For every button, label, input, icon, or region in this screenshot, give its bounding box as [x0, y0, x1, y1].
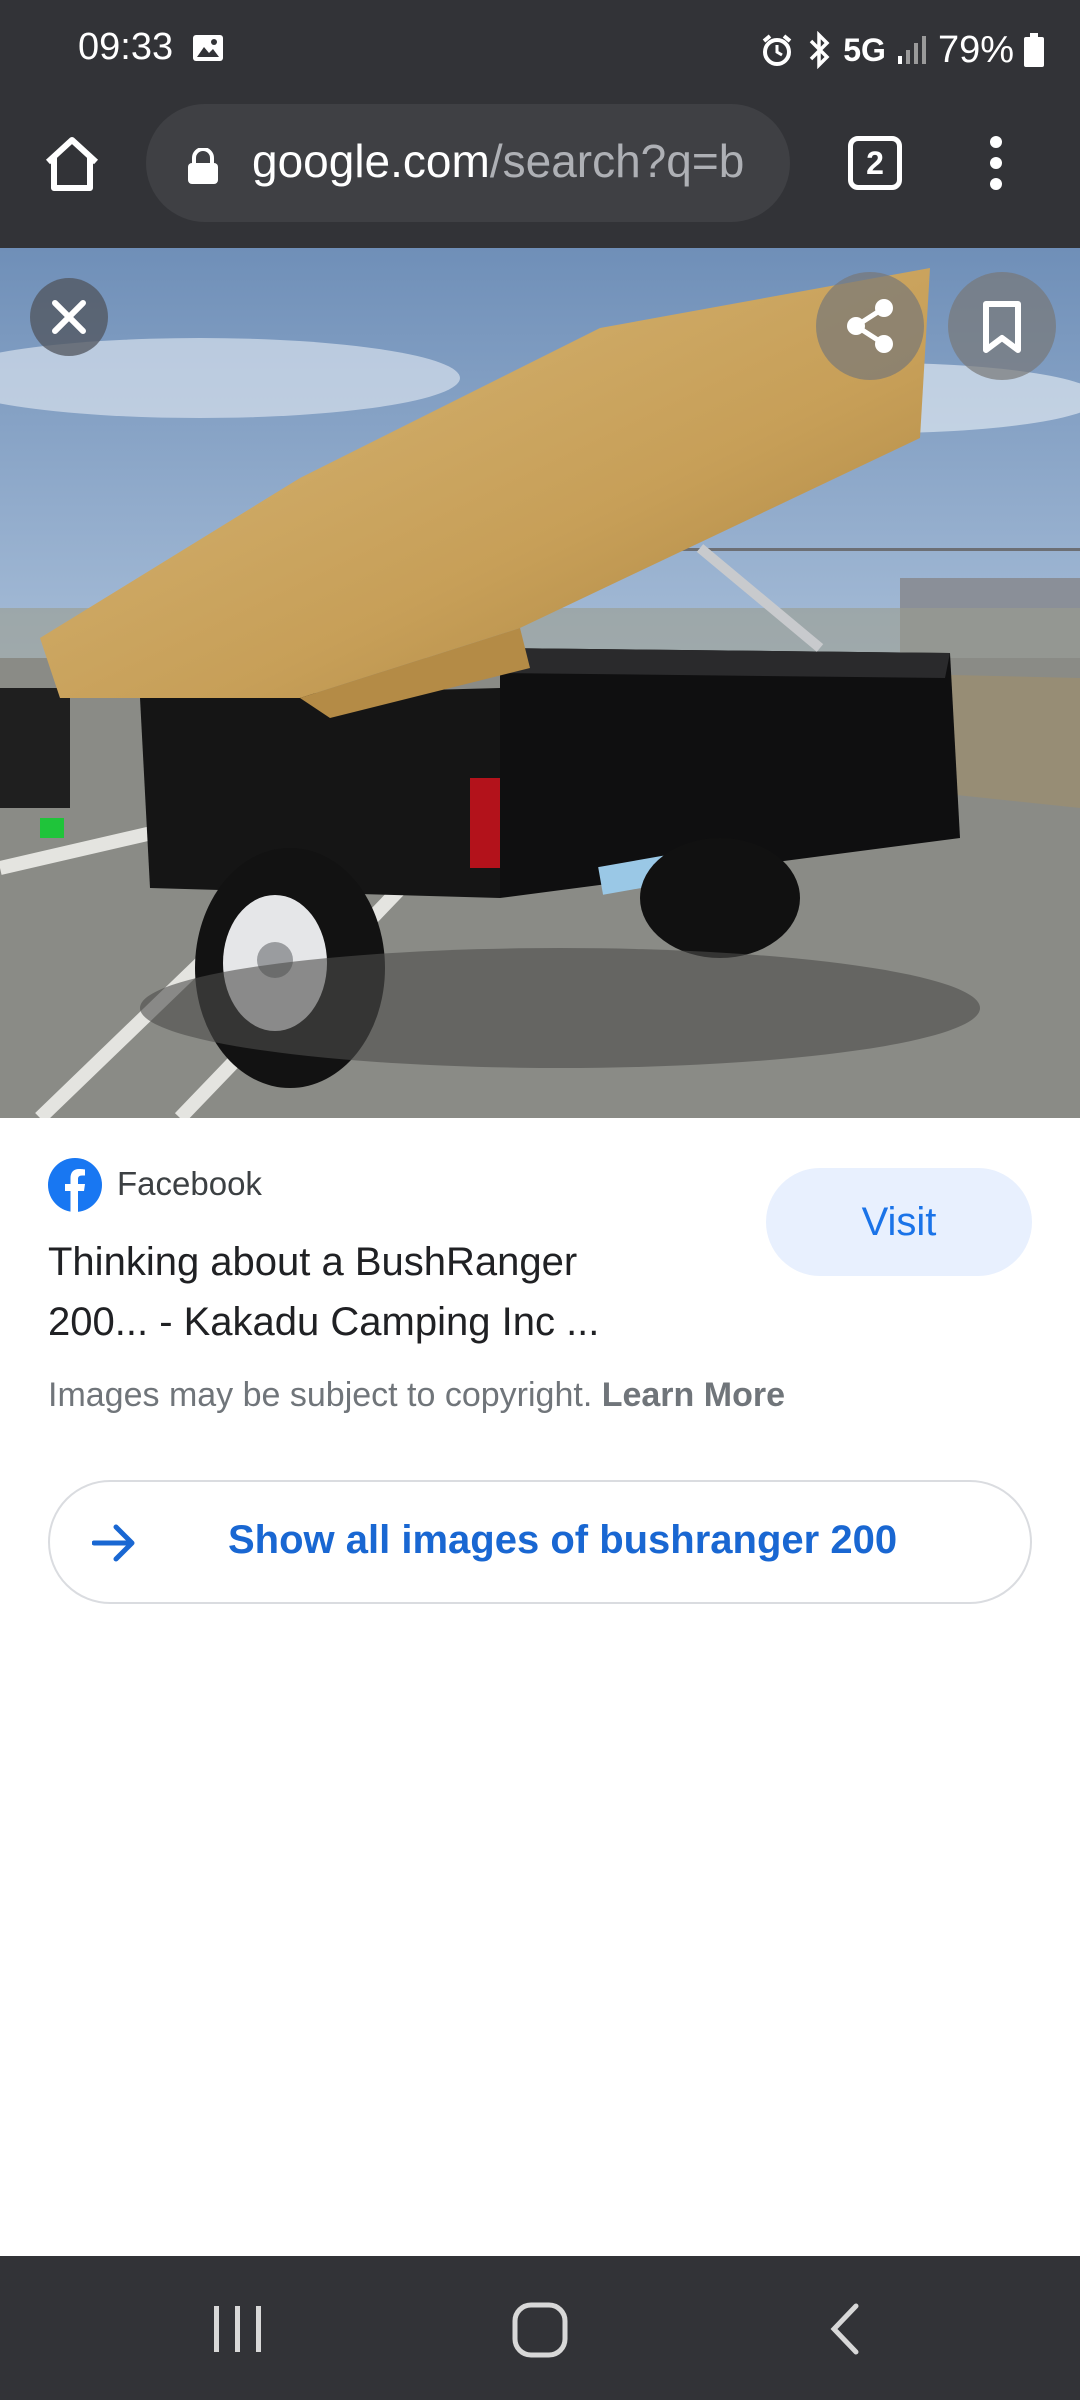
- home-nav-icon[interactable]: [510, 2300, 570, 2360]
- show-all-label: Show all images of bushranger 200: [228, 1518, 898, 1562]
- tab-switcher-button[interactable]: 2: [848, 136, 902, 190]
- copyright-notice: Images may be subject to copyright. Lear…: [48, 1376, 785, 1415]
- url-text: google.com/search?q=b: [252, 134, 744, 188]
- system-nav-bar: [0, 2256, 1080, 2400]
- lock-icon: [188, 148, 218, 184]
- address-bar[interactable]: google.com/search?q=b: [146, 104, 790, 222]
- show-all-images-button[interactable]: Show all images of bushranger 200: [48, 1480, 1032, 1604]
- recent-apps-icon[interactable]: [208, 2304, 268, 2354]
- status-icons: 5G 79%: [759, 26, 1044, 74]
- alarm-icon: [762, 34, 792, 66]
- network-type: 5G: [843, 31, 886, 68]
- close-icon: [52, 300, 86, 334]
- arrow-right-icon: [92, 1524, 135, 1562]
- status-bar: 09:33 5G 79%: [0, 0, 1080, 100]
- source-name[interactable]: Facebook: [117, 1165, 262, 1203]
- battery-percent: 79%: [937, 28, 1014, 71]
- bluetooth-icon: [810, 31, 830, 69]
- bookmark-icon: [983, 301, 1021, 353]
- battery-icon: [1024, 33, 1044, 67]
- visit-button[interactable]: Visit: [766, 1168, 1032, 1276]
- image-icon: [193, 35, 223, 61]
- url-path: /search?q=b: [489, 135, 745, 187]
- close-image-button[interactable]: [30, 278, 108, 356]
- browser-toolbar: google.com/search?q=b 2: [0, 100, 1080, 248]
- url-domain: google.com: [252, 135, 490, 187]
- back-icon[interactable]: [820, 2302, 870, 2356]
- share-icon: [847, 299, 893, 353]
- signal-icon: [897, 36, 926, 64]
- copyright-text: Images may be subject to copyright.: [48, 1376, 593, 1414]
- share-button[interactable]: [816, 272, 924, 380]
- status-time: 09:33: [78, 26, 174, 68]
- more-options-icon[interactable]: [980, 130, 1012, 196]
- home-icon[interactable]: [40, 132, 104, 196]
- learn-more-link[interactable]: Learn More: [602, 1376, 785, 1414]
- save-image-button[interactable]: [948, 272, 1056, 380]
- result-title[interactable]: Thinking about a BushRanger 200... - Kak…: [48, 1232, 688, 1352]
- facebook-icon: [48, 1158, 102, 1212]
